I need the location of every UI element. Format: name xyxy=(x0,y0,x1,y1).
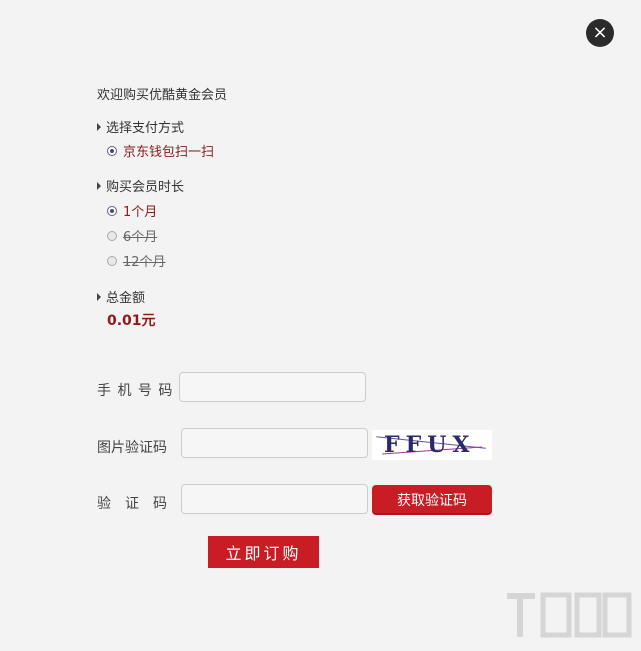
total-heading: 总金额 xyxy=(97,287,145,306)
radio-button[interactable] xyxy=(107,255,117,266)
order-now-button[interactable]: 立即订购 xyxy=(208,536,319,568)
duration-option-label: 12个月 xyxy=(123,255,166,270)
verification-code-input[interactable] xyxy=(181,484,368,514)
triangle-right-icon xyxy=(97,122,101,131)
page-title: 欢迎购买优酷黄金会员 xyxy=(97,88,228,103)
duration-option-6-months[interactable]: 6个月 xyxy=(107,226,157,245)
phone-label: 手 机 号 码 xyxy=(97,383,174,399)
triangle-right-icon xyxy=(97,292,101,301)
code-label: 验 证 码 xyxy=(97,496,167,512)
phone-input[interactable] xyxy=(179,372,366,402)
captcha-text: FFUX xyxy=(384,432,476,458)
get-verification-code-button[interactable]: 获取验证码 xyxy=(372,485,492,515)
close-icon: × xyxy=(592,22,608,43)
total-amount: 0.01元 xyxy=(107,313,156,329)
radio-button-checked[interactable] xyxy=(107,145,117,156)
captcha-label: 图片验证码 xyxy=(97,440,167,456)
watermark-logo xyxy=(507,592,632,638)
radio-button-checked[interactable] xyxy=(107,205,117,216)
duration-heading: 购买会员时长 xyxy=(97,176,184,195)
payment-option-jd-wallet[interactable]: 京东钱包扫一扫 xyxy=(107,141,214,160)
payment-option-label: 京东钱包扫一扫 xyxy=(123,145,215,160)
triangle-right-icon xyxy=(97,181,101,190)
captcha-input[interactable] xyxy=(181,428,368,458)
duration-option-12-months[interactable]: 12个月 xyxy=(107,251,166,270)
duration-option-label: 1个月 xyxy=(123,205,158,220)
captcha-image[interactable]: FFUX xyxy=(372,430,492,460)
close-button[interactable]: × xyxy=(586,19,614,47)
duration-option-label: 6个月 xyxy=(123,230,158,245)
duration-option-1-month[interactable]: 1个月 xyxy=(107,201,157,220)
payment-method-heading: 选择支付方式 xyxy=(97,117,184,136)
radio-button[interactable] xyxy=(107,230,117,241)
